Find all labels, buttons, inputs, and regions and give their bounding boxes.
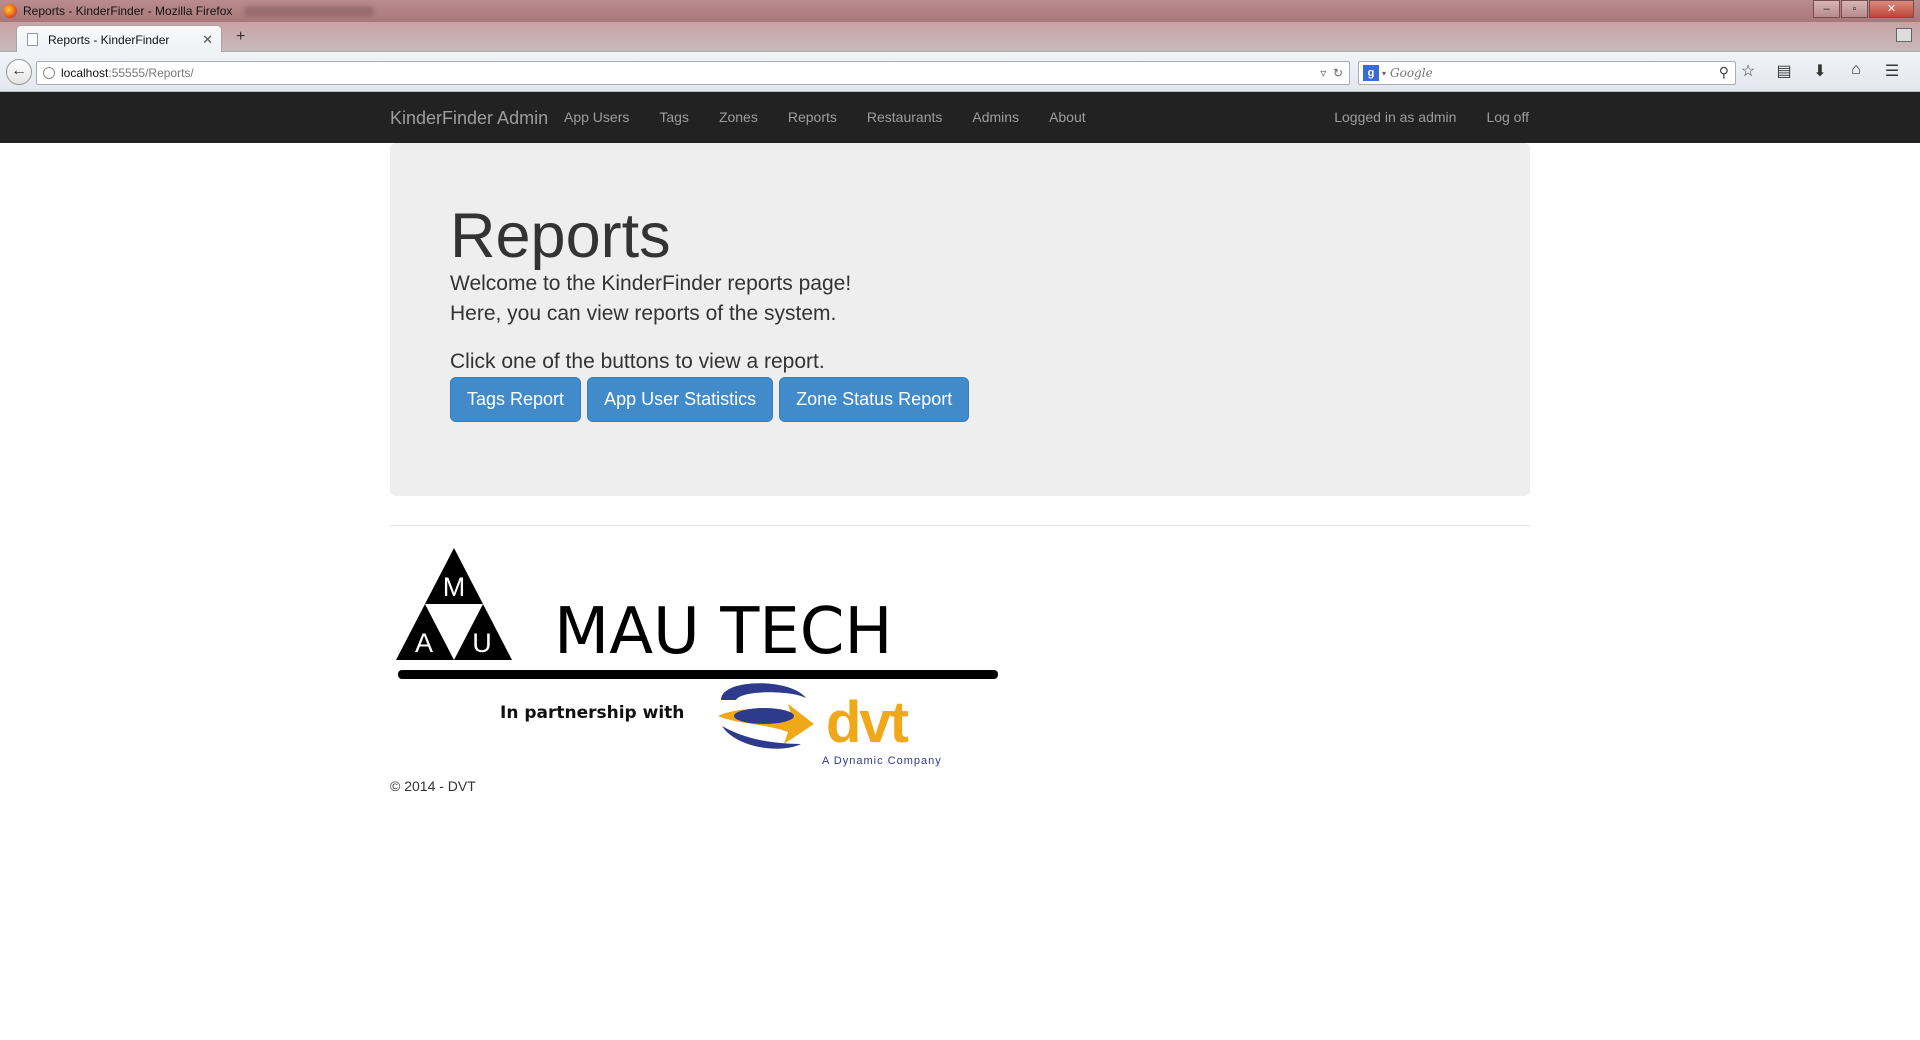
reload-icon[interactable]: ▿ ↻ <box>1320 66 1343 80</box>
google-engine-icon[interactable]: g <box>1363 65 1379 81</box>
home-icon[interactable]: ⌂ <box>1838 61 1874 81</box>
tab-strip: Reports - KinderFinder ✕ + <box>0 22 1920 53</box>
brand-link[interactable]: KinderFinder Admin <box>390 108 548 129</box>
logo-letter-m: M <box>443 572 466 602</box>
logoff-link[interactable]: Log off <box>1486 109 1529 125</box>
menu-icon[interactable]: ☰ <box>1874 61 1910 81</box>
reading-list-icon[interactable]: ▤ <box>1766 61 1802 81</box>
chevron-down-icon[interactable]: ▾ <box>1382 69 1386 78</box>
download-icon[interactable]: ⬇ <box>1802 61 1838 81</box>
window-titlebar: Reports - KinderFinder - Mozilla Firefox… <box>0 0 1920 22</box>
page-title: Reports <box>450 201 671 271</box>
tags-report-button[interactable]: Tags Report <box>450 377 582 423</box>
app-user-statistics-button[interactable]: App User Statistics <box>587 377 774 423</box>
globe-icon <box>43 67 55 79</box>
dvt-wordmark: dvt <box>826 690 909 755</box>
description-text: Here, you can view reports of the system… <box>450 302 837 326</box>
address-bar[interactable]: localhost:55555/Reports/ ▿ ↻ <box>36 61 1350 85</box>
partnership-text: In partnership with <box>500 703 684 723</box>
toolbar-icons: ☆ ▤ ⬇ ⌂ ☰ <box>1730 61 1910 81</box>
divider <box>390 525 1530 526</box>
browser-toolbar: ← localhost:55555/Reports/ ▿ ↻ g ▾ ⚲ ☆ ▤… <box>0 52 1920 92</box>
star-icon[interactable]: ☆ <box>1730 61 1766 81</box>
search-input[interactable] <box>1390 66 1711 80</box>
welcome-text: Welcome to the KinderFinder reports page… <box>450 272 852 296</box>
dvt-logo-icon <box>718 683 814 749</box>
site-navbar: KinderFinder Admin App Users Tags Zones … <box>0 92 1920 143</box>
copyright-text: © 2014 - DVT <box>390 778 476 794</box>
dvt-tagline: A Dynamic Company <box>822 755 942 767</box>
nav-tags[interactable]: Tags <box>659 109 689 125</box>
logo-letter-u: U <box>472 628 492 658</box>
logo-name: MAU TECH <box>554 595 893 669</box>
window-title: Reports - KinderFinder - Mozilla Firefox <box>23 4 233 18</box>
maximize-button[interactable]: ▫ <box>1841 0 1868 18</box>
page-icon <box>27 33 38 46</box>
blurred-title-text <box>244 6 375 16</box>
tab-label: Reports - KinderFinder <box>48 32 170 47</box>
nav-about[interactable]: About <box>1049 109 1086 125</box>
report-buttons: Tags Report App User Statistics Zone Sta… <box>450 377 1530 423</box>
logo-underline <box>398 670 998 679</box>
search-bar[interactable]: g ▾ ⚲ <box>1358 61 1736 85</box>
nav-links: App Users Tags Zones Reports Restaurants… <box>564 109 1116 125</box>
nav-restaurants[interactable]: Restaurants <box>867 109 942 125</box>
tab-list-icon[interactable] <box>1896 28 1912 42</box>
nav-zones[interactable]: Zones <box>719 109 758 125</box>
firefox-icon <box>3 4 17 18</box>
new-tab-button[interactable]: + <box>236 28 245 46</box>
close-window-button[interactable]: ✕ <box>1869 0 1914 18</box>
tab-reports[interactable]: Reports - KinderFinder ✕ <box>16 25 222 53</box>
window-controls: – ▫ ✕ <box>1812 0 1914 18</box>
url-host: localhost <box>61 66 109 80</box>
back-arrow-icon[interactable]: ← <box>6 59 32 85</box>
zone-status-report-button[interactable]: Zone Status Report <box>779 377 970 423</box>
minimize-button[interactable]: – <box>1813 0 1840 18</box>
url-path: :55555/Reports/ <box>108 66 194 80</box>
tab-close-icon[interactable]: ✕ <box>202 32 213 48</box>
reports-jumbotron: Reports Welcome to the KinderFinder repo… <box>390 143 1530 496</box>
mau-tech-dvt-logo: M A U MAU TECH In partnership with dvt A… <box>396 548 998 767</box>
nav-app-users[interactable]: App Users <box>564 109 629 125</box>
user-status-link[interactable]: Logged in as admin <box>1334 109 1456 125</box>
magnifier-icon[interactable]: ⚲ <box>1719 64 1729 81</box>
nav-admins[interactable]: Admins <box>972 109 1019 125</box>
logo-letter-a: A <box>415 628 433 658</box>
instruction-text: Click one of the buttons to view a repor… <box>450 350 825 374</box>
nav-reports[interactable]: Reports <box>788 109 837 125</box>
nav-right: Logged in as admin Log off <box>1304 109 1529 125</box>
